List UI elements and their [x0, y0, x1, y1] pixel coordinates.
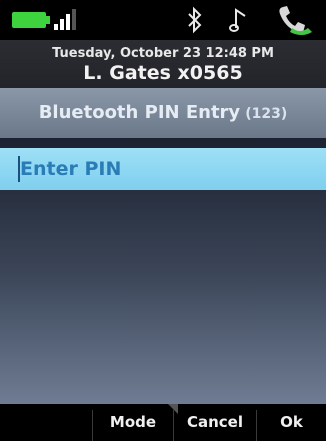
handset-icon	[279, 6, 312, 35]
mode-softkey[interactable]: Mode	[93, 404, 173, 441]
music-note-icon	[229, 8, 246, 32]
phone-screen: Tuesday, October 23 12:48 PM L. Gates x0…	[0, 0, 326, 441]
title-bar: Bluetooth PIN Entry (123)	[0, 88, 326, 138]
pin-input[interactable]	[0, 148, 326, 190]
softkey-notch	[168, 404, 178, 414]
status-bar	[0, 0, 326, 40]
user-line: L. Gates x0565	[83, 62, 243, 84]
signal-icon	[54, 8, 84, 30]
softkey-bar: Mode Cancel Ok	[0, 404, 326, 441]
ok-softkey[interactable]: Ok	[257, 404, 326, 441]
date-time: Tuesday, October 23 12:48 PM	[52, 46, 274, 61]
cancel-softkey[interactable]: Cancel	[174, 404, 256, 441]
input-mode-indicator: (123)	[245, 106, 288, 122]
text-caret	[18, 156, 20, 182]
content-area	[0, 138, 326, 404]
header: Tuesday, October 23 12:48 PM L. Gates x0…	[0, 40, 326, 88]
battery-icon	[12, 12, 50, 28]
softkey-1[interactable]	[0, 404, 92, 441]
page-title: Bluetooth PIN Entry	[38, 102, 241, 123]
bluetooth-icon	[188, 6, 202, 34]
